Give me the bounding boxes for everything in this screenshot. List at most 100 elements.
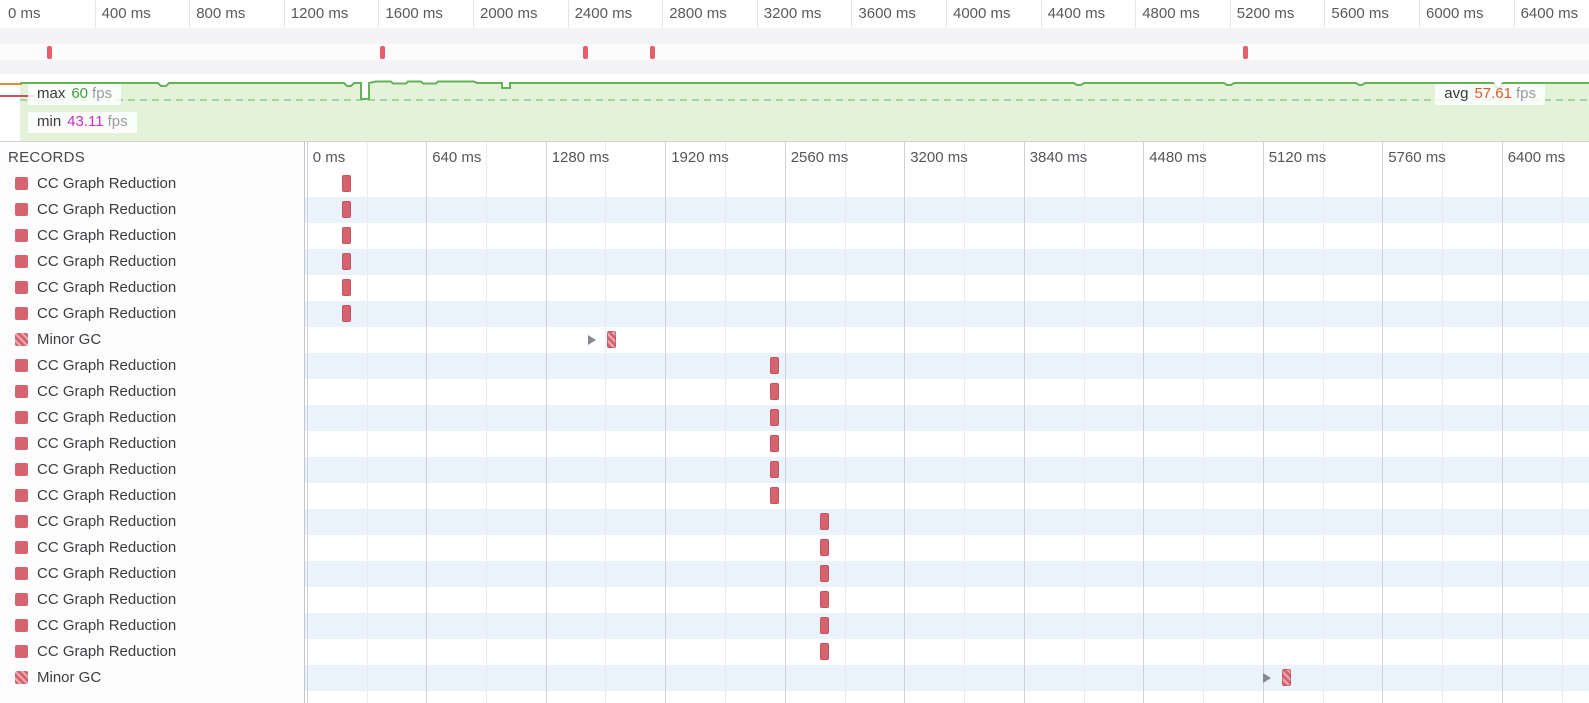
cc-graph-reduction-marker[interactable] xyxy=(769,383,779,400)
record-row[interactable]: CC Graph Reduction xyxy=(0,405,1589,431)
fps-min-unit: fps xyxy=(107,113,128,130)
record-row[interactable]: CC Graph Reduction xyxy=(0,301,1589,327)
cc-graph-reduction-icon xyxy=(15,411,28,424)
record-row-label: CC Graph Reduction xyxy=(37,539,177,556)
record-row[interactable]: CC Graph Reduction xyxy=(0,223,1589,249)
record-row-label: CC Graph Reduction xyxy=(37,643,177,660)
cc-graph-reduction-icon xyxy=(15,177,28,190)
waterfall-time-label: 2560 ms xyxy=(790,149,849,166)
cc-graph-reduction-marker[interactable] xyxy=(769,487,779,504)
record-row-label: CC Graph Reduction xyxy=(37,279,177,296)
record-row[interactable]: Minor GC xyxy=(0,327,1589,353)
record-row[interactable]: CC Graph Reduction xyxy=(0,587,1589,613)
fps-avg-value: 57.61 xyxy=(1474,85,1512,102)
cc-graph-reduction-marker[interactable] xyxy=(769,409,779,426)
waterfall-time-label: 1920 ms xyxy=(671,149,729,166)
cc-graph-reduction-marker[interactable] xyxy=(819,617,829,634)
waterfall-time-label: 6400 ms xyxy=(1507,149,1566,166)
overview-ruler-tick-label: 1600 ms xyxy=(385,5,443,22)
record-row-label: CC Graph Reduction xyxy=(37,357,177,374)
cc-graph-reduction-marker[interactable] xyxy=(342,201,352,218)
overview-track-band xyxy=(0,28,1589,44)
record-row[interactable]: CC Graph Reduction xyxy=(0,431,1589,457)
cc-graph-reduction-icon xyxy=(15,385,28,398)
cc-graph-reduction-icon xyxy=(15,463,28,476)
overview-ruler-tick-label: 1200 ms xyxy=(290,5,349,22)
overview-ruler-tick-label: 3600 ms xyxy=(858,5,916,22)
cc-graph-reduction-marker[interactable] xyxy=(342,253,352,270)
cc-graph-reduction-marker[interactable] xyxy=(769,435,779,452)
record-row-label: CC Graph Reduction xyxy=(37,409,177,426)
cc-graph-reduction-marker[interactable] xyxy=(342,175,352,192)
record-row-label: CC Graph Reduction xyxy=(37,435,177,452)
fps-min-label: min 43.11 fps xyxy=(28,112,137,133)
record-row[interactable]: CC Graph Reduction xyxy=(0,275,1589,301)
expand-arrow-icon[interactable] xyxy=(588,335,597,345)
overview-ruler-tick-label: 800 ms xyxy=(196,5,246,22)
record-row[interactable]: Minor GC xyxy=(0,665,1589,691)
performance-panel: 0 ms 400 ms 800 ms 1200 ms 1600 ms 2000 ms 240… xyxy=(0,0,1589,703)
overview-ruler-tick-label: 5200 ms xyxy=(1236,5,1295,22)
fps-min-key: min xyxy=(37,113,62,130)
record-row[interactable]: CC Graph Reduction xyxy=(0,353,1589,379)
record-row-label: CC Graph Reduction xyxy=(37,565,177,582)
record-row[interactable]: CC Graph Reduction xyxy=(0,509,1589,535)
record-row[interactable]: CC Graph Reduction xyxy=(0,197,1589,223)
record-row[interactable]: CC Graph Reduction xyxy=(0,535,1589,561)
record-row-label: CC Graph Reduction xyxy=(37,591,177,608)
record-row-label: CC Graph Reduction xyxy=(37,253,177,270)
cc-graph-reduction-marker[interactable] xyxy=(769,357,779,374)
record-row[interactable]: CC Graph Reduction xyxy=(0,639,1589,665)
record-row-label: CC Graph Reduction xyxy=(37,201,177,218)
record-row[interactable]: CC Graph Reduction xyxy=(0,457,1589,483)
overview-gc-marker[interactable] xyxy=(1242,46,1248,59)
record-row-label: CC Graph Reduction xyxy=(37,461,177,478)
waterfall-time-label: 640 ms xyxy=(432,149,482,166)
fps-avg-label: avg 57.61 fps xyxy=(1435,84,1545,105)
record-row-label: CC Graph Reduction xyxy=(37,617,177,634)
overview-ruler-tick-label: 3200 ms xyxy=(763,5,822,22)
waterfall-time-label: 5760 ms xyxy=(1388,149,1446,166)
overview-gc-marker[interactable] xyxy=(47,46,53,59)
overview-track-band xyxy=(0,60,1589,74)
cc-graph-reduction-marker[interactable] xyxy=(819,565,829,582)
record-row[interactable]: CC Graph Reduction xyxy=(0,613,1589,639)
records-panel: RECORDS 0 ms 640 ms 1280 ms 1920 ms 2560 ms 3… xyxy=(0,141,1589,703)
cc-graph-reduction-marker[interactable] xyxy=(819,643,829,660)
record-row[interactable]: CC Graph Reduction xyxy=(0,561,1589,587)
fps-max-key: max xyxy=(37,85,66,102)
overview-gc-marker[interactable] xyxy=(379,46,385,59)
record-row[interactable]: CC Graph Reduction xyxy=(0,249,1589,275)
cc-graph-reduction-marker[interactable] xyxy=(342,279,352,296)
cc-graph-reduction-marker[interactable] xyxy=(769,461,779,478)
overview-ruler-tick-label: 4000 ms xyxy=(953,5,1011,22)
cc-graph-reduction-marker[interactable] xyxy=(819,539,829,556)
record-row-label: CC Graph Reduction xyxy=(37,175,177,192)
overview-markers-track xyxy=(0,44,1589,60)
cc-graph-reduction-marker[interactable] xyxy=(342,227,352,244)
overview-ruler-tick-label: 2800 ms xyxy=(669,5,727,22)
cc-graph-reduction-icon xyxy=(15,359,28,372)
cc-graph-reduction-icon xyxy=(15,437,28,450)
fps-max-label: max 60 fps xyxy=(28,84,122,105)
record-row-label: CC Graph Reduction xyxy=(37,513,177,530)
fps-graph[interactable]: max 60 fps min 43.11 fps avg 57.61 fps xyxy=(0,74,1589,141)
cc-graph-reduction-marker[interactable] xyxy=(819,591,829,608)
record-row[interactable]: CC Graph Reduction xyxy=(0,379,1589,405)
minor-gc-marker[interactable] xyxy=(607,331,617,348)
record-row[interactable]: CC Graph Reduction xyxy=(0,171,1589,197)
expand-arrow-icon[interactable] xyxy=(1262,673,1271,683)
timeline-overview[interactable]: 0 ms 400 ms 800 ms 1200 ms 1600 ms 2000 ms 240… xyxy=(0,0,1589,141)
cc-graph-reduction-icon xyxy=(15,229,28,242)
cc-graph-reduction-icon xyxy=(15,489,28,502)
record-row-label: Minor GC xyxy=(37,331,102,348)
minor-gc-marker[interactable] xyxy=(1281,669,1291,686)
overview-gc-marker[interactable] xyxy=(650,46,656,59)
cc-graph-reduction-icon xyxy=(15,203,28,216)
record-row[interactable]: CC Graph Reduction xyxy=(0,483,1589,509)
cc-graph-reduction-marker[interactable] xyxy=(342,305,352,322)
cc-graph-reduction-marker[interactable] xyxy=(819,513,829,530)
waterfall-time-label: 1280 ms xyxy=(551,149,610,166)
overview-ruler-tick-label: 2400 ms xyxy=(574,5,633,22)
overview-gc-marker[interactable] xyxy=(583,46,588,59)
